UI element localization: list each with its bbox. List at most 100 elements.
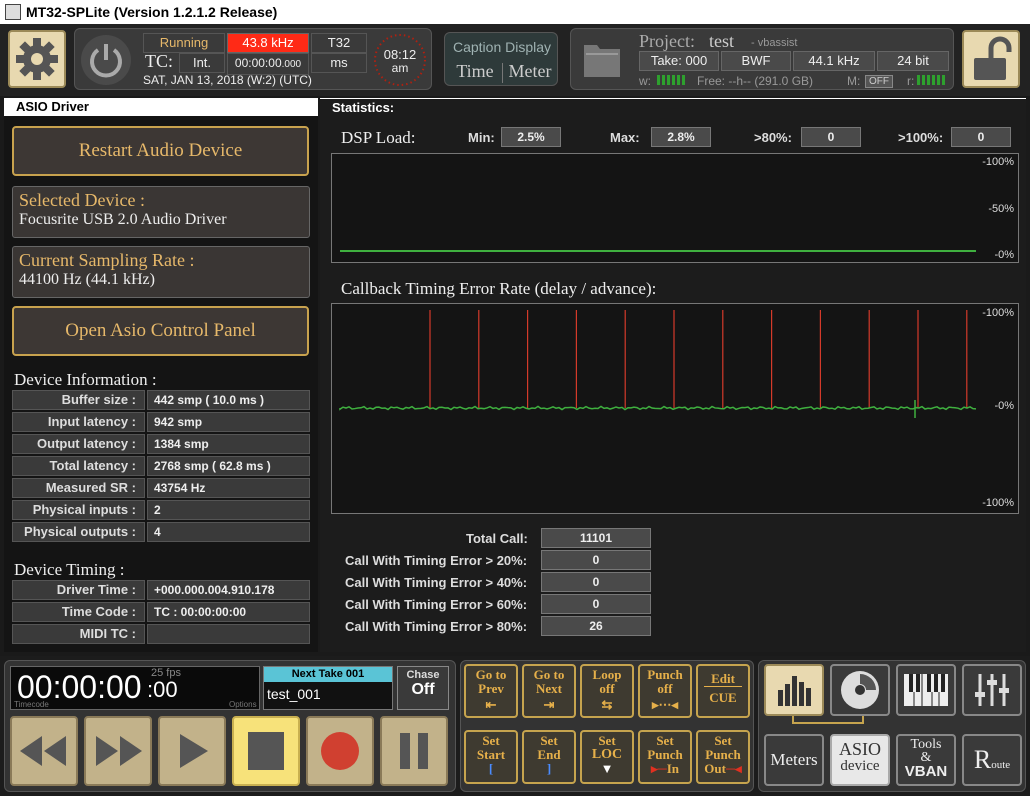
caption-meter-button[interactable]: Meter	[503, 61, 557, 82]
restart-audio-device-button[interactable]: Restart Audio Device	[12, 126, 309, 176]
statistics-header: Statistics:	[320, 98, 1026, 116]
running-status: Running	[143, 33, 225, 53]
meters-page-button[interactable]: Meters	[764, 734, 824, 786]
dsp-gt80-label: >80%:	[754, 130, 792, 145]
cb-axis-bottom: -100%	[982, 497, 1014, 509]
device-info-label: Measured SR :	[12, 478, 145, 498]
open-asio-control-panel-button[interactable]: Open Asio Control Panel	[12, 306, 309, 356]
project-name: test	[709, 31, 734, 51]
tc-mode: Int.	[179, 53, 225, 73]
route-page-button[interactable]: Route	[962, 734, 1022, 786]
device-info-label: Input latency :	[12, 412, 145, 432]
timing-error-value: 0	[541, 572, 651, 592]
r-label: r:	[907, 74, 915, 88]
device-info-value: 2768 smp ( 62.8 ms )	[147, 456, 310, 476]
device-info-value: 2	[147, 500, 310, 520]
start-bracket-icon: [	[488, 761, 494, 776]
nav-connector	[792, 716, 864, 724]
folder-icon	[584, 45, 620, 77]
device-timing-value	[147, 624, 310, 644]
clock-time: 08:12	[383, 47, 417, 62]
pause-button[interactable]	[380, 716, 448, 786]
window-title: MT32-SPLite (Version 1.2.1.2 Release)	[26, 4, 278, 20]
project-panel: Project: test - vbassist Take: 000 BWF 4…	[570, 28, 954, 90]
dsp-load-line	[340, 249, 976, 252]
set-start-button[interactable]: Set Start[	[464, 730, 518, 784]
timing-error-value: 0	[541, 550, 651, 570]
folder-button[interactable]	[581, 39, 623, 81]
total-call-label: Total Call:	[466, 531, 528, 546]
cb-axis-top: -100%	[982, 307, 1014, 319]
timing-error-label: Call With Timing Error > 40%:	[345, 575, 528, 590]
dsp-max-value: 2.8%	[651, 127, 711, 147]
chase-label: Chase	[406, 669, 440, 681]
asio-header: ASIO Driver	[4, 98, 318, 116]
device-timing-label: Driver Time :	[12, 580, 145, 600]
device-info-value: 442 smp ( 10.0 ms )	[147, 390, 310, 410]
power-button[interactable]	[81, 35, 131, 85]
device-info-value: 43754 Hz	[147, 478, 310, 498]
title-bar: MT32-SPLite (Version 1.2.1.2 Release)	[0, 0, 1030, 24]
goto-next-button[interactable]: Go to Next ⇥	[522, 664, 576, 718]
dsp-min-value: 2.5%	[501, 127, 561, 147]
clock: 08:12 am	[371, 31, 429, 89]
selected-device-title: Selected Device :	[19, 190, 145, 210]
set-loc-button[interactable]: Set LOC ▼	[580, 730, 634, 784]
read-meter	[917, 75, 947, 85]
stop-button[interactable]	[232, 716, 300, 786]
set-punch-in-button[interactable]: Set Punch ▸─In	[638, 730, 692, 784]
options-link[interactable]: Options	[229, 700, 257, 709]
settings-button[interactable]	[8, 30, 66, 88]
timing-error-label: Call With Timing Error > 80%:	[345, 619, 528, 634]
set-end-button[interactable]: Set End]	[522, 730, 576, 784]
caption-time-button[interactable]: Time	[449, 61, 501, 82]
fast-forward-icon	[96, 736, 142, 766]
loop-button[interactable]: Loop off ⇆	[580, 664, 634, 718]
next-take-box: Next Take 001 test_001	[263, 666, 393, 710]
m-label: M:	[847, 74, 861, 88]
asio-device-page-button[interactable]: ASIO device	[830, 734, 890, 786]
meters-icon	[778, 676, 811, 706]
tools-vban-page-button[interactable]: Tools & VBAN	[896, 734, 956, 786]
mixer-view-button[interactable]	[962, 664, 1022, 716]
timing-error-trace	[339, 405, 977, 411]
model-badge: T32	[311, 33, 367, 53]
timing-error-label: Call With Timing Error > 20%:	[345, 553, 528, 568]
take-name-field[interactable]: test_001	[264, 682, 392, 706]
m-status: OFF	[865, 75, 893, 88]
play-button[interactable]	[158, 716, 226, 786]
fast-forward-button[interactable]	[84, 716, 152, 786]
lock-button[interactable]	[962, 30, 1020, 88]
timecode-display: 00:00:00 :00 25 fps Timecode Options	[10, 666, 260, 710]
power-icon	[90, 44, 122, 78]
selected-device-box: Selected Device : Focusrite USB 2.0 Audi…	[12, 186, 310, 238]
chase-button[interactable]: Chase Off	[397, 666, 449, 710]
rewind-button[interactable]	[10, 716, 78, 786]
sample-rate-badge: 43.8 kHz	[227, 33, 309, 53]
disc-view-button[interactable]	[830, 664, 890, 716]
device-info-label: Output latency :	[12, 434, 145, 454]
timing-error-value: 0	[541, 594, 651, 614]
timecode-caption: Timecode	[14, 700, 49, 709]
dsp-axis-mid: -50%	[988, 203, 1014, 215]
edit-cue-button[interactable]: Edit CUE	[696, 664, 750, 718]
loc-marker-icon: ▼	[600, 761, 614, 776]
set-punch-out-button[interactable]: Set Punch Out─◂	[696, 730, 750, 784]
device-timing-label: MIDI TC :	[12, 624, 145, 644]
tc-value: 00:00:00.000	[227, 53, 309, 75]
project-rate: 44.1 kHz	[793, 51, 875, 71]
keyboard-view-button[interactable]	[896, 664, 956, 716]
sampling-rate-value: 44100 Hz (44.1 kHz)	[19, 271, 155, 288]
free-space: Free: --h-- (291.0 GB)	[697, 74, 814, 88]
caption-title: Caption Display	[452, 39, 552, 55]
punch-out-row: Out─◂	[704, 761, 742, 776]
record-button[interactable]	[306, 716, 374, 786]
device-info-label: Buffer size :	[12, 390, 145, 410]
w-label: w:	[639, 74, 651, 88]
timing-error-value: 26	[541, 616, 651, 636]
device-timing-value: TC : 00:00:00:00	[147, 602, 310, 622]
meters-view-button[interactable]	[764, 664, 824, 716]
punch-button[interactable]: Punch off ▸⋯◂	[638, 664, 692, 718]
sliders-icon	[975, 674, 1009, 706]
goto-prev-button[interactable]: Go to Prev ⇤	[464, 664, 518, 718]
